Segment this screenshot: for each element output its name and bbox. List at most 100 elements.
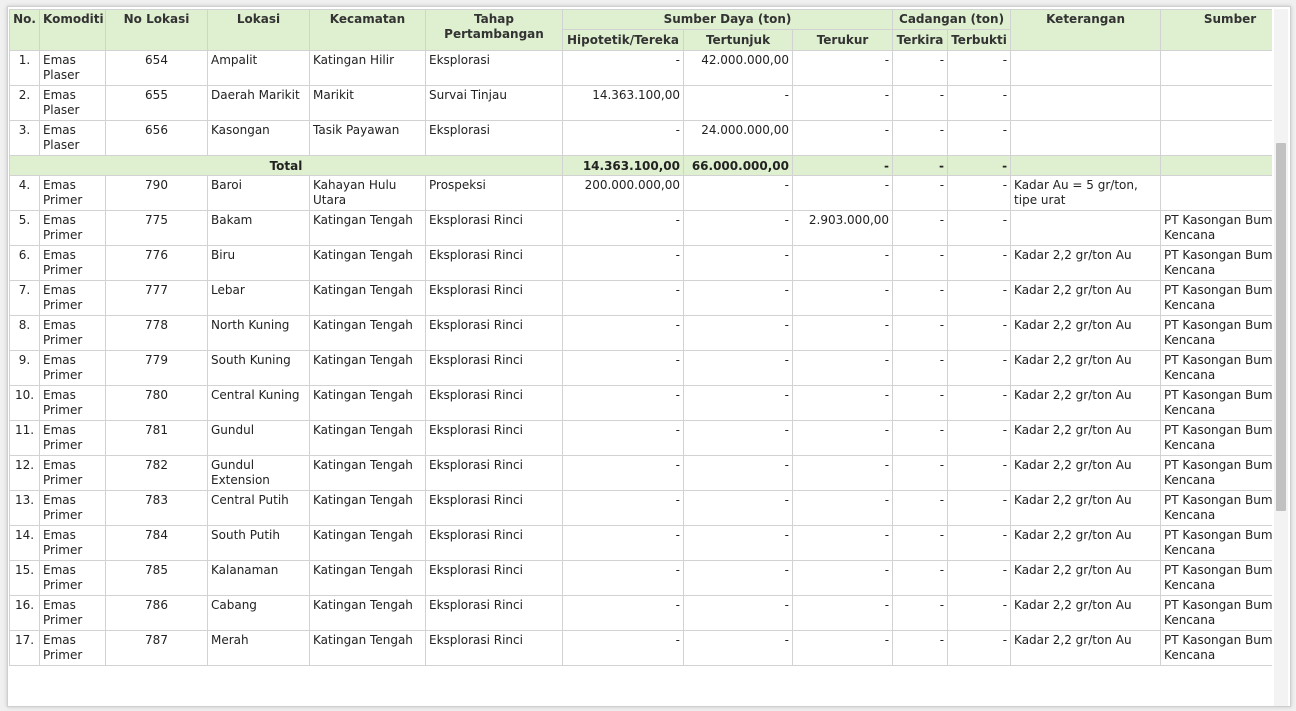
cell-hipotetik: -	[562, 630, 684, 666]
total-label: Total	[9, 155, 563, 176]
cell-keterangan	[1010, 120, 1162, 156]
cell-no-lokasi: 655	[105, 85, 208, 121]
cell-terkira: -	[892, 630, 949, 666]
cell-tahap: Eksplorasi Rinci	[425, 420, 563, 456]
header-cadangan: Cadangan (ton)	[892, 9, 1012, 30]
header-keterangan: Keterangan	[1010, 9, 1162, 51]
header-sumber: Sumber	[1160, 9, 1272, 51]
cell-terbukti: -	[947, 245, 1012, 281]
cell-no: 4.	[9, 175, 40, 211]
cell-hipotetik: 200.000.000,00	[562, 175, 684, 211]
cell-terbukti: -	[947, 525, 1012, 561]
cell-tertunjuk: -	[683, 560, 793, 596]
cell-no-lokasi: 781	[105, 420, 208, 456]
cell-kecamatan: Katingan Tengah	[309, 245, 426, 281]
cell-tertunjuk: -	[683, 210, 793, 246]
cell-sumber: PT Kasongan Bumi Kencana	[1160, 560, 1272, 596]
cell-komoditi: Emas Plaser	[39, 50, 106, 86]
cell-komoditi: Emas Primer	[39, 210, 106, 246]
header-hipotetik: Hipotetik/Tereka	[562, 29, 684, 51]
cell-tahap: Eksplorasi Rinci	[425, 595, 563, 631]
cell-terbukti: -	[947, 350, 1012, 386]
cell-terbukti: -	[947, 315, 1012, 351]
cell-terkira: -	[892, 210, 949, 246]
cell-terkira: -	[892, 245, 949, 281]
cell-sumber: PT Kasongan Bumi Kencana	[1160, 385, 1272, 421]
cell-terkira: -	[892, 420, 949, 456]
cell-tahap: Eksplorasi Rinci	[425, 245, 563, 281]
cell-terbukti: -	[947, 560, 1012, 596]
table-row: 10. Emas Primer 780 Central Kuning Katingan …	[9, 385, 1272, 421]
cell-komoditi: Emas Primer	[39, 280, 106, 316]
cell-keterangan: Kadar Au = 5 gr/ton, tipe urat	[1010, 175, 1162, 211]
cell-lokasi: Biru	[207, 245, 310, 281]
cell-tahap: Eksplorasi Rinci	[425, 455, 563, 491]
cell-no: 3.	[9, 120, 40, 156]
cell-terkira: -	[892, 350, 949, 386]
cell-no: 6.	[9, 245, 40, 281]
cell-tertunjuk: -	[683, 175, 793, 211]
cell-terukur: -	[791, 85, 894, 121]
table-row: 14. Emas Primer 784 South Putih Katingan Ten…	[9, 525, 1272, 561]
cell-keterangan: Kadar 2,2 gr/ton Au	[1010, 245, 1162, 281]
cell-hipotetik: -	[562, 385, 684, 421]
cell-terukur: -	[791, 50, 894, 86]
table-row: 6. Emas Primer 776 Biru Katingan Tengah Ekspl…	[9, 245, 1272, 281]
cell-tahap: Prospeksi	[425, 175, 563, 211]
cell-sumber: PT Kasongan Bumi Kencana	[1160, 490, 1272, 526]
cell-terkira: -	[892, 280, 949, 316]
cell-no-lokasi: 777	[105, 280, 208, 316]
vertical-scrollbar[interactable]	[1274, 9, 1288, 706]
cell-keterangan: Kadar 2,2 gr/ton Au	[1010, 455, 1162, 491]
table-row: 12. Emas Primer 782 Gundul Extension Katinga…	[9, 455, 1272, 491]
cell-tertunjuk: -	[683, 490, 793, 526]
table-row: 7. Emas Primer 777 Lebar Katingan Tengah Eksp…	[9, 280, 1272, 316]
cell-lokasi: Gundul Extension	[207, 455, 310, 491]
table-row: 9. Emas Primer 779 South Kuning Katingan Ten…	[9, 350, 1272, 386]
table-row: 15. Emas Primer 785 Kalanaman Katingan Tenga…	[9, 560, 1272, 596]
cell-no-lokasi: 782	[105, 455, 208, 491]
header-kecamatan: Kecamatan	[309, 9, 426, 51]
cell-terkira: -	[892, 175, 949, 211]
cell-sumber	[1160, 120, 1272, 156]
cell-lokasi: Central Putih	[207, 490, 310, 526]
cell-komoditi: Emas Primer	[39, 385, 106, 421]
cell-kecamatan: Tasik Payawan	[309, 120, 426, 156]
cell-terkira: -	[892, 315, 949, 351]
cell-lokasi: South Putih	[207, 525, 310, 561]
cell-no: 15.	[9, 560, 40, 596]
cell-lokasi: Bakam	[207, 210, 310, 246]
cell-lokasi: Gundul	[207, 420, 310, 456]
cell-terkira: -	[892, 85, 949, 121]
cell-lokasi: Cabang	[207, 595, 310, 631]
cell-sumber: PT Kasongan Bumi Kencana	[1160, 455, 1272, 491]
scrollbar-thumb[interactable]	[1276, 143, 1286, 511]
cell-kecamatan: Katingan Tengah	[309, 350, 426, 386]
cell-hipotetik: -	[562, 350, 684, 386]
cell-keterangan	[1010, 210, 1162, 246]
cell-terukur: -	[791, 420, 894, 456]
cell-tahap: Survai Tinjau	[425, 85, 563, 121]
cell-terukur: -	[791, 490, 894, 526]
cell-keterangan	[1010, 50, 1162, 86]
cell-terukur: -	[791, 280, 894, 316]
total-row: Total 14.363.100,00 66.000.000,00- - -	[9, 155, 1272, 176]
cell-kecamatan: Katingan Tengah	[309, 280, 426, 316]
cell-hipotetik: -	[562, 420, 684, 456]
header-terkira: Terkira	[892, 29, 949, 51]
cell-komoditi: Emas Primer	[39, 595, 106, 631]
cell-sumber: PT Kasongan Bumi Kencana	[1160, 350, 1272, 386]
cell-terbukti: -	[947, 455, 1012, 491]
cell-terukur: -	[791, 245, 894, 281]
header-terukur: Terukur	[791, 29, 894, 51]
cell-sumber: PT Kasongan Bumi Kencana	[1160, 210, 1272, 246]
cell-terbukti: -	[947, 490, 1012, 526]
cell-tertunjuk: -	[683, 385, 793, 421]
cell-hipotetik: -	[562, 120, 684, 156]
cell-komoditi: Emas Primer	[39, 560, 106, 596]
cell-tertunjuk: -	[683, 455, 793, 491]
cell-tertunjuk: -	[683, 630, 793, 666]
cell-kecamatan: Katingan Tengah	[309, 420, 426, 456]
cell-hipotetik: -	[562, 245, 684, 281]
header-no: No.	[9, 9, 40, 51]
